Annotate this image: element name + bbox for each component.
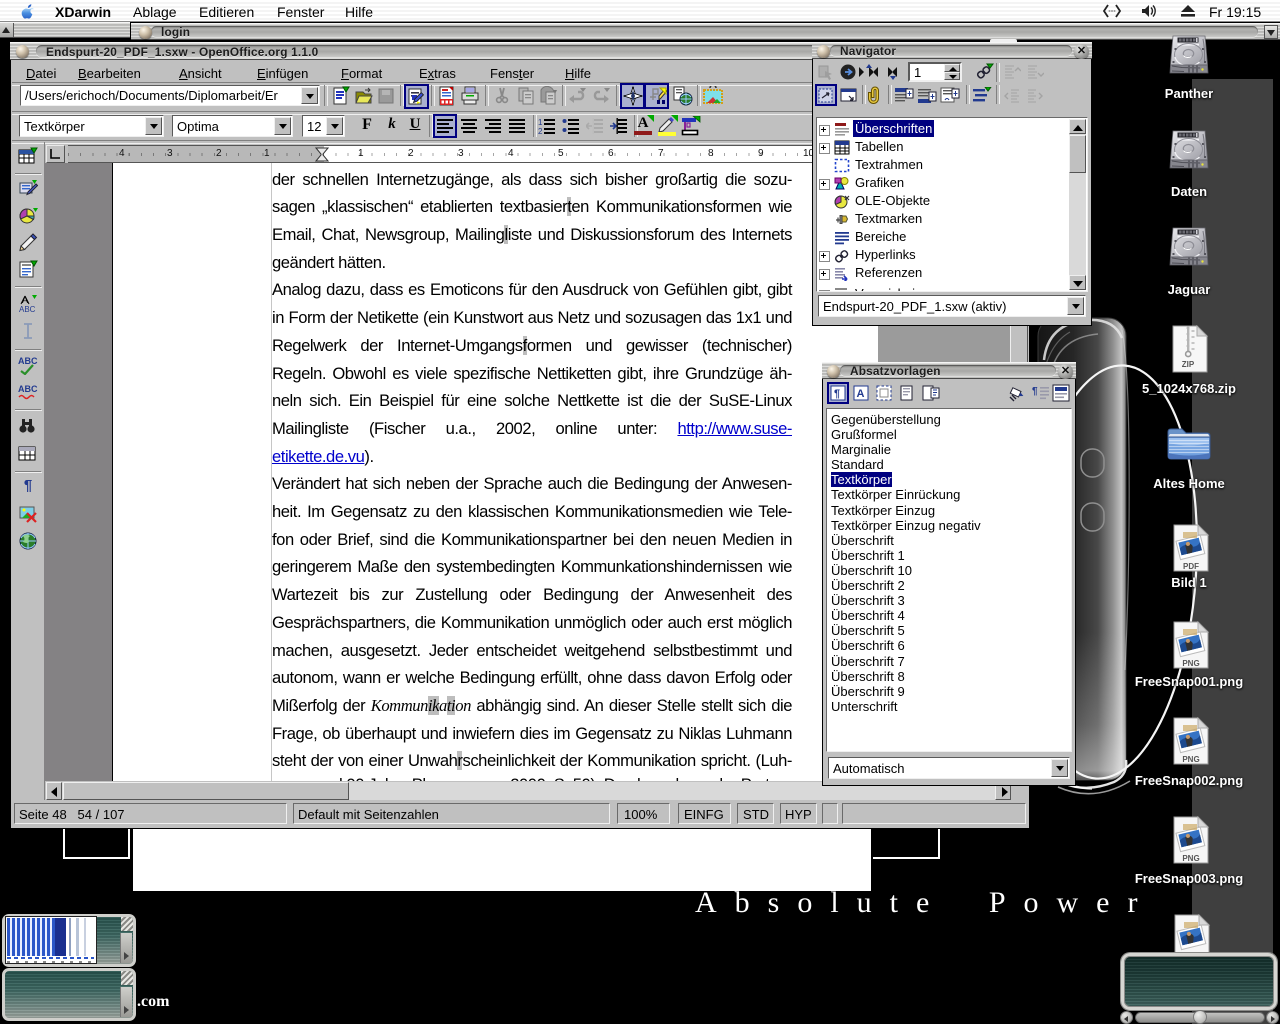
svg-text:PNG: PNG (1182, 659, 1199, 668)
svg-text:A: A (857, 388, 865, 400)
svg-text:PDF: PDF (1183, 562, 1199, 571)
svg-text:¶: ¶ (1032, 386, 1038, 397)
svg-text:1: 1 (538, 118, 543, 127)
svg-text:PNG: PNG (1182, 854, 1199, 863)
svg-text:¶: ¶ (834, 388, 840, 400)
svg-text:ABC: ABC (19, 305, 36, 314)
svg-text:ABC: ABC (18, 384, 38, 394)
svg-text:PNG: PNG (1182, 755, 1199, 764)
svg-text:2: 2 (538, 127, 543, 135)
svg-text:ABC: ABC (18, 356, 38, 366)
